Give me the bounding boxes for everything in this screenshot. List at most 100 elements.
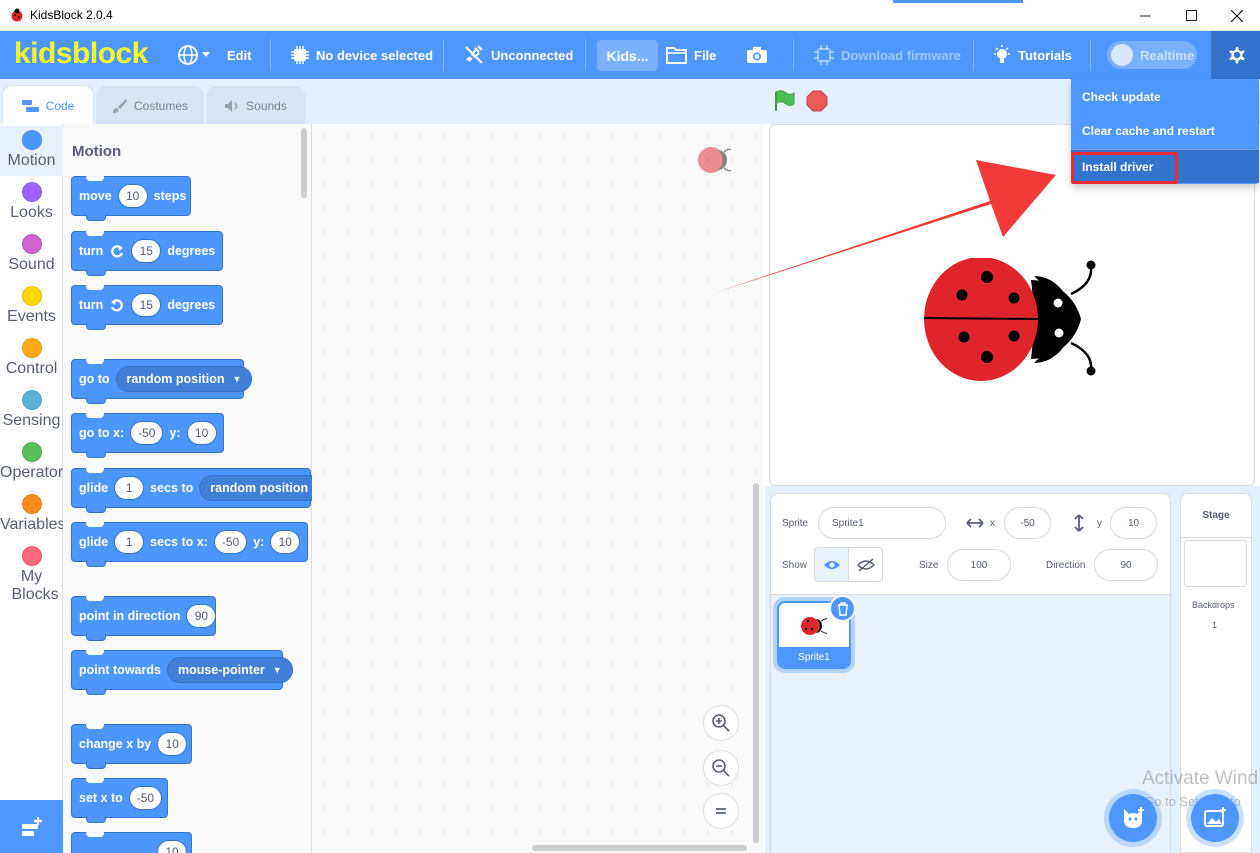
connection-menu[interactable]: Unconnected xyxy=(463,31,573,79)
direction-input[interactable]: 90 xyxy=(1094,549,1158,581)
tab-code[interactable]: Code xyxy=(2,85,94,125)
edit-menu[interactable]: Edit xyxy=(227,31,252,79)
block-glide-xy[interactable]: glide 1 secs to x: -50 y: 10 xyxy=(71,522,308,567)
category-looks[interactable]: Looks xyxy=(0,182,63,222)
workspace-horizontal-scrollbar[interactable] xyxy=(532,845,747,851)
block-number-input[interactable]: 10 xyxy=(157,732,188,756)
category-dot xyxy=(21,338,42,358)
kidsblock-logo[interactable]: kidsblock xyxy=(14,37,148,71)
y-input[interactable]: 10 xyxy=(1110,507,1157,539)
block-number-input[interactable]: 10 xyxy=(157,840,187,853)
category-label: Operators xyxy=(0,464,63,481)
category-variables[interactable]: Variables xyxy=(0,494,63,534)
block-text: steps xyxy=(153,189,187,203)
block-text: go to xyxy=(79,372,110,386)
download-firmware-button[interactable]: Download firmware xyxy=(813,31,961,79)
stop-icon[interactable] xyxy=(806,90,828,112)
add-extension-button[interactable] xyxy=(0,800,63,853)
block-text: secs to x: xyxy=(150,535,208,549)
palette-scrollbar[interactable] xyxy=(301,128,307,198)
ladybug-sprite[interactable] xyxy=(921,258,1101,383)
workspace-vertical-scrollbar[interactable] xyxy=(753,483,759,843)
category-sound[interactable]: Sound xyxy=(0,234,63,274)
kids-project-button[interactable]: Kids... xyxy=(597,40,658,71)
category-dot xyxy=(21,182,42,202)
block-point-towards[interactable]: point towards mouse-pointer ▼ xyxy=(71,650,293,695)
block-go-to[interactable]: go to random position ▼ xyxy=(71,359,253,404)
category-dot xyxy=(21,494,42,514)
menu-item-check-update[interactable]: Check update xyxy=(1071,80,1259,114)
language-menu[interactable] xyxy=(177,31,216,79)
category-motion[interactable]: Motion xyxy=(0,126,63,176)
x-input[interactable]: -50 xyxy=(1004,507,1051,539)
category-label: Control xyxy=(5,360,58,377)
x-label: x xyxy=(990,518,995,529)
block-number-input[interactable]: 15 xyxy=(131,239,162,263)
sprite-ghost-icon xyxy=(698,147,732,173)
realtime-label: Realtime xyxy=(1140,47,1195,63)
block-dropdown[interactable]: random position ▼ xyxy=(115,366,253,392)
show-hidden-button[interactable] xyxy=(848,547,883,582)
delete-sprite-button[interactable] xyxy=(829,595,856,622)
category-my-blocks[interactable]: My Blocks xyxy=(0,546,63,604)
code-workspace[interactable] xyxy=(312,124,763,853)
tutorials-button[interactable]: Tutorials xyxy=(992,31,1072,79)
block-set-x[interactable]: set x to -50 xyxy=(71,778,168,823)
block-text: turn xyxy=(79,244,104,258)
block-number-input[interactable]: 15 xyxy=(131,293,162,317)
category-label: My Blocks xyxy=(11,568,59,603)
zoom-in-button[interactable] xyxy=(703,705,739,741)
size-input[interactable]: 100 xyxy=(947,549,1011,581)
menu-divider xyxy=(270,39,271,71)
close-icon[interactable] xyxy=(1214,0,1260,31)
block-text: point towards xyxy=(79,663,161,677)
screenshot-button[interactable] xyxy=(746,31,774,79)
block-change-x[interactable]: change x by 10 xyxy=(71,724,192,769)
block-number-input[interactable]: 1 xyxy=(114,530,145,554)
zoom-reset-button[interactable] xyxy=(703,793,739,829)
category-sensing[interactable]: Sensing xyxy=(0,390,63,430)
block-go-to-xy[interactable]: go to x: -50 y: 10 xyxy=(71,413,224,458)
file-menu[interactable]: File xyxy=(666,31,716,79)
show-visible-button[interactable] xyxy=(814,547,849,582)
block-number-input[interactable]: 1 xyxy=(114,476,145,500)
block-number-input[interactable]: 10 xyxy=(186,421,217,445)
block-turn-right[interactable]: turn 15 degrees xyxy=(71,231,223,276)
block-turn-left[interactable]: turn 15 degrees xyxy=(71,285,223,330)
block-change-y-partial[interactable]: 10 xyxy=(71,832,192,853)
choose-backdrop-button[interactable] xyxy=(1191,794,1239,842)
category-events[interactable]: Events xyxy=(0,286,63,326)
block-dropdown[interactable]: mouse-pointer ▼ xyxy=(166,657,293,683)
sprite-name-input[interactable]: Sprite1 xyxy=(818,507,946,539)
realtime-toggle[interactable]: Realtime xyxy=(1107,41,1197,69)
menu-divider xyxy=(443,39,444,71)
device-menu[interactable]: No device selected xyxy=(290,31,433,79)
tab-costumes[interactable]: Costumes xyxy=(96,86,204,124)
block-number-input[interactable]: 10 xyxy=(270,530,301,554)
show-label: Show xyxy=(782,560,808,571)
block-text: secs to xyxy=(150,481,194,495)
block-point-in-direction[interactable]: point in direction 90 xyxy=(71,596,217,641)
backdrops-count: 1 xyxy=(1212,620,1218,630)
minimize-icon[interactable] xyxy=(1122,0,1168,31)
maximize-icon[interactable] xyxy=(1168,0,1214,31)
block-number-input[interactable]: 10 xyxy=(117,184,148,208)
zoom-out-button[interactable] xyxy=(703,750,739,786)
tab-costumes-label: Costumes xyxy=(133,98,189,113)
block-move-steps[interactable]: move 10 steps xyxy=(71,176,191,221)
category-control[interactable]: Control xyxy=(0,338,63,378)
block-number-input[interactable]: -50 xyxy=(130,421,164,445)
block-number-input[interactable]: -50 xyxy=(128,786,163,810)
category-label: Motion xyxy=(7,152,56,169)
block-glide[interactable]: glide 1 secs to random position▼ xyxy=(71,468,337,513)
settings-button[interactable] xyxy=(1211,31,1260,79)
block-number-input[interactable]: 90 xyxy=(186,604,217,628)
choose-sprite-button[interactable] xyxy=(1109,794,1157,842)
green-flag-icon[interactable] xyxy=(772,90,796,112)
stage-thumbnail[interactable] xyxy=(1184,540,1247,587)
menu-item-clear-cache[interactable]: Clear cache and restart xyxy=(1071,114,1259,148)
block-number-input[interactable]: -50 xyxy=(213,530,248,554)
tab-sounds[interactable]: Sounds xyxy=(206,86,305,124)
category-operators[interactable]: Operators xyxy=(0,442,63,482)
category-dot xyxy=(21,442,42,462)
